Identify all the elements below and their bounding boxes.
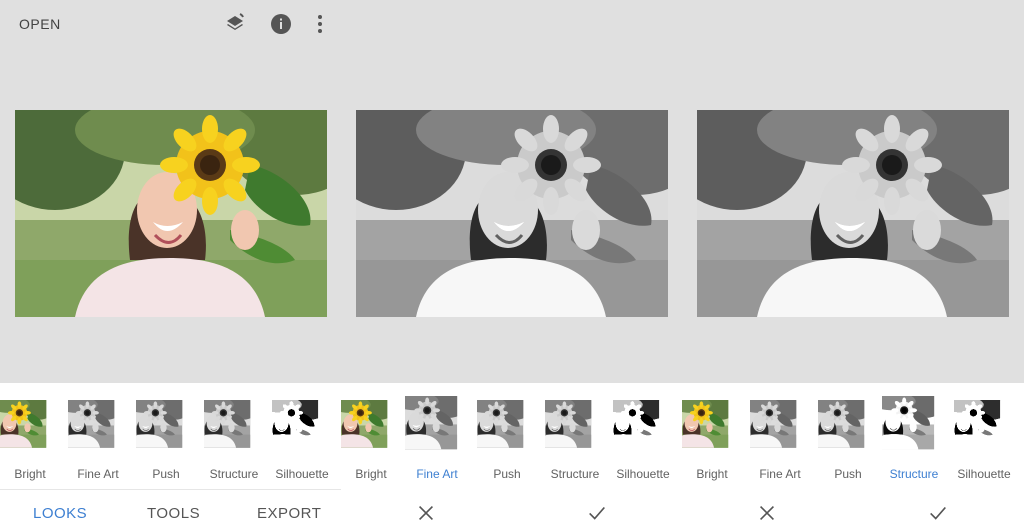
more-vert-icon[interactable]: [308, 12, 332, 36]
apply-check-icon[interactable]: [586, 502, 608, 524]
look-thumbnail: [204, 400, 264, 461]
look-label: Silhouette: [957, 467, 1011, 481]
look-thumbnail: [682, 400, 742, 461]
look-thumbnail: [136, 400, 196, 461]
look-label: Silhouette: [275, 467, 329, 481]
info-icon[interactable]: [269, 12, 293, 36]
look-thumbnail: [341, 400, 401, 461]
look-label: Structure: [889, 467, 939, 481]
look-label: Fine Art: [416, 467, 458, 481]
look-thumbnail: [68, 400, 128, 461]
look-label: Silhouette: [616, 467, 670, 481]
look-thumbnail: [545, 400, 605, 461]
top-toolbar: OPEN: [0, 0, 341, 48]
tab-tools[interactable]: TOOLS: [147, 505, 200, 522]
look-thumbnail: [272, 400, 332, 461]
photo-original[interactable]: [15, 110, 327, 317]
cancel-icon[interactable]: [756, 502, 778, 524]
tab-divider: [0, 489, 341, 490]
look-thumbnail: [613, 400, 673, 461]
cancel-icon[interactable]: [415, 502, 437, 524]
bottom-tabs: LOOKS TOOLS EXPORT: [0, 503, 341, 527]
look-thumbnail: [477, 400, 537, 461]
bottom-panel: Bright Fine Art Push Structure Silhouett…: [0, 383, 1024, 531]
layers-refresh-icon[interactable]: [223, 12, 247, 36]
tab-looks[interactable]: LOOKS: [33, 505, 87, 522]
look-thumbnail: [882, 396, 950, 464]
tab-export[interactable]: EXPORT: [257, 505, 321, 522]
look-thumbnail: [818, 400, 878, 461]
look-thumbnail: [405, 396, 473, 464]
look-thumbnail: [750, 400, 810, 461]
look-thumbnail: [0, 400, 60, 461]
photo-fine-art-preview[interactable]: [356, 110, 668, 317]
look-thumbnail: [954, 400, 1014, 461]
apply-check-icon[interactable]: [927, 502, 949, 524]
open-button[interactable]: OPEN: [19, 16, 61, 32]
photo-structure-preview[interactable]: [697, 110, 1009, 317]
